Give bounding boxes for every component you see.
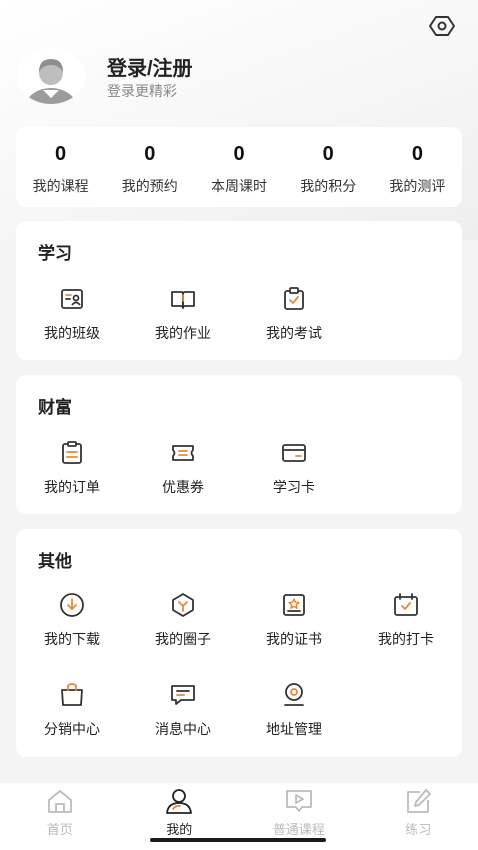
section-title: 其他: [38, 552, 72, 571]
home-indicator: [150, 838, 326, 842]
my-circle-button[interactable]: 我的圈子: [127, 591, 239, 649]
download-icon: [60, 593, 84, 617]
section-title: 学习: [38, 244, 72, 263]
wealth-section: 财富 我的订单 优惠券 学习卡: [16, 375, 462, 514]
user-icon: [166, 789, 193, 814]
default-avatar-icon: [17, 48, 85, 104]
stats-bar: 0 我的课程 0 我的预约 0 本周课时 0 我的积分 0 我的测评: [16, 127, 462, 207]
item-label: 我的班级: [44, 325, 100, 341]
login-register-link[interactable]: 登录/注册: [107, 52, 193, 81]
stat-value: 0: [411, 143, 423, 165]
settings-button[interactable]: [428, 12, 456, 40]
login-subtitle: 登录更精彩: [107, 83, 177, 99]
my-class-button[interactable]: 我的班级: [16, 285, 128, 343]
course-icon: [285, 790, 312, 812]
checkin-icon: [394, 593, 418, 616]
edit-icon: [407, 789, 432, 813]
stat-value: 0: [233, 143, 245, 165]
item-label: 我的证书: [266, 631, 322, 647]
stat-label: 我的积分: [300, 178, 357, 194]
my-orders-button[interactable]: 我的订单: [16, 439, 128, 497]
stat-value: 0: [55, 143, 67, 165]
tab-home[interactable]: 首页: [0, 783, 120, 850]
item-label: 我的下载: [44, 631, 100, 647]
item-label: 我的作业: [155, 325, 211, 341]
item-label: 地址管理: [266, 721, 322, 737]
item-label: 消息中心: [155, 721, 211, 737]
class-icon: [61, 289, 83, 309]
item-label: 我的圈子: [155, 631, 211, 647]
stat-my-points[interactable]: 0 我的积分: [284, 127, 373, 207]
stat-label: 我的课程: [32, 178, 89, 194]
address-management-button[interactable]: 地址管理: [238, 681, 350, 739]
distribution-center-button[interactable]: 分销中心: [16, 681, 128, 739]
my-downloads-button[interactable]: 我的下载: [16, 591, 128, 649]
circle-icon: [172, 593, 194, 617]
item-label: 我的订单: [44, 479, 100, 495]
stat-weekly-hours[interactable]: 0 本周课时: [194, 127, 283, 207]
eye-icon: [429, 16, 455, 36]
bag-icon: [61, 683, 83, 706]
item-label: 分销中心: [44, 721, 100, 737]
tab-label: 普通课程: [272, 822, 325, 837]
stat-label: 本周课时: [211, 178, 267, 194]
coupon-icon: [172, 445, 194, 461]
item-label: 我的考试: [266, 325, 322, 341]
book-icon: [171, 291, 195, 309]
tab-label: 我的: [166, 822, 193, 837]
my-certificates-button[interactable]: 我的证书: [238, 591, 350, 649]
item-label: 我的打卡: [378, 631, 434, 647]
tab-practice[interactable]: 练习: [359, 783, 478, 850]
card-icon: [282, 444, 306, 462]
order-icon: [62, 441, 82, 464]
stat-my-assessments[interactable]: 0 我的测评: [373, 127, 462, 207]
stat-my-courses[interactable]: 0 我的课程: [16, 127, 105, 207]
stat-label: 我的测评: [389, 178, 446, 194]
section-title: 财富: [38, 398, 72, 417]
study-card-button[interactable]: 学习卡: [238, 439, 350, 497]
avatar[interactable]: [17, 48, 85, 104]
tab-label: 首页: [46, 822, 73, 837]
stat-my-appointments[interactable]: 0 我的预约: [105, 127, 194, 207]
home-icon: [47, 790, 72, 813]
stat-value: 0: [144, 143, 156, 165]
item-label: 学习卡: [273, 479, 315, 495]
my-checkin-button[interactable]: 我的打卡: [350, 591, 462, 649]
coupons-button[interactable]: 优惠券: [127, 439, 239, 497]
message-icon: [171, 685, 195, 705]
location-icon: [284, 683, 304, 706]
my-exam-button[interactable]: 我的考试: [238, 285, 350, 343]
stat-label: 我的预约: [121, 178, 178, 194]
item-label: 优惠券: [162, 479, 204, 495]
stat-value: 0: [322, 143, 334, 165]
exam-icon: [284, 287, 304, 310]
my-homework-button[interactable]: 我的作业: [127, 285, 239, 343]
message-center-button[interactable]: 消息中心: [127, 681, 239, 739]
study-section: 学习 我的班级 我的作业 我的考试: [16, 221, 462, 360]
certificate-icon: [283, 594, 305, 616]
other-section: 其他 我的下载 我的圈子 我的证书 我的打卡 分销中心 消息中心 地址管理: [16, 529, 462, 757]
tab-label: 练习: [405, 822, 432, 837]
